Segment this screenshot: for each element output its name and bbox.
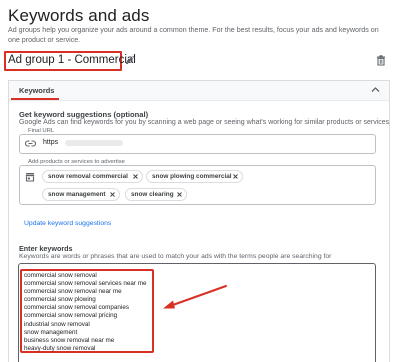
chip-snow-removal-commercial[interactable]: snow removal commercial (42, 170, 143, 183)
final-url-redacted (65, 140, 123, 146)
keyword-line: commercial snow removal pricing (24, 312, 118, 320)
keyword-line: commercial snow removal (24, 272, 97, 279)
chip-snow-management[interactable]: snow management (42, 188, 120, 201)
keywords-label-underline (11, 98, 59, 100)
keyword-line: commercial snow plowing (24, 296, 96, 304)
final-url-value[interactable]: https (43, 139, 58, 146)
keywords-card-label: Keywords (19, 86, 55, 95)
keyword-line: commercial snow removal companies (24, 304, 129, 312)
delete-trash-icon[interactable] (376, 55, 386, 66)
products-label: Add products or services to advertise (26, 159, 127, 165)
store-icon (25, 173, 35, 182)
keyword-line: business snow removal near me (24, 336, 115, 344)
edit-pencil-icon[interactable] (125, 55, 135, 65)
chip-label: snow plowing commercial (152, 173, 232, 180)
keyword-line: commercial snow removal services near me (24, 280, 147, 288)
suggestions-title: Get keyword suggestions (optional) (19, 110, 149, 119)
keywords-list: commercial snow removal commercial snow … (24, 272, 146, 353)
chip-label: snow removal commercial (48, 173, 128, 180)
enter-keywords-description: Keywords are words or phrases that are u… (19, 253, 332, 260)
chip-remove-icon[interactable] (110, 192, 115, 197)
page-title: Keywords and ads (8, 6, 150, 25)
chip-remove-icon[interactable] (233, 174, 238, 179)
chip-label: snow clearing (131, 191, 174, 198)
ad-group-name[interactable]: Ad group 1 - Commercial (8, 54, 136, 66)
keywords-card-header[interactable] (9, 81, 389, 101)
link-icon (25, 140, 36, 147)
chip-label: snow management (48, 191, 106, 198)
chip-remove-icon[interactable] (177, 192, 182, 197)
keyword-line: snow management (24, 328, 78, 336)
chip-snow-plowing-commercial[interactable]: snow plowing commercial (146, 170, 243, 183)
enter-keywords-title: Enter keywords (19, 244, 73, 253)
page: Keywords and ads Ad groups help you orga… (0, 0, 400, 362)
suggestions-description: Google Ads can find keywords for you by … (19, 119, 390, 126)
final-url-label: Final URL (26, 128, 57, 134)
keyword-line: commercial snow removal near me (24, 288, 122, 296)
chip-remove-icon[interactable] (133, 174, 138, 179)
keyword-line: heavy-duty snow removal (24, 344, 96, 352)
keyword-line: industrial snow removal (24, 320, 90, 328)
page-subtitle: Ad groups help you organize your ads aro… (8, 26, 379, 44)
chevron-up-icon[interactable] (371, 86, 380, 93)
annotation-arrow-icon (163, 285, 227, 309)
update-keyword-suggestions-link[interactable]: Update keyword suggestions (24, 220, 111, 227)
